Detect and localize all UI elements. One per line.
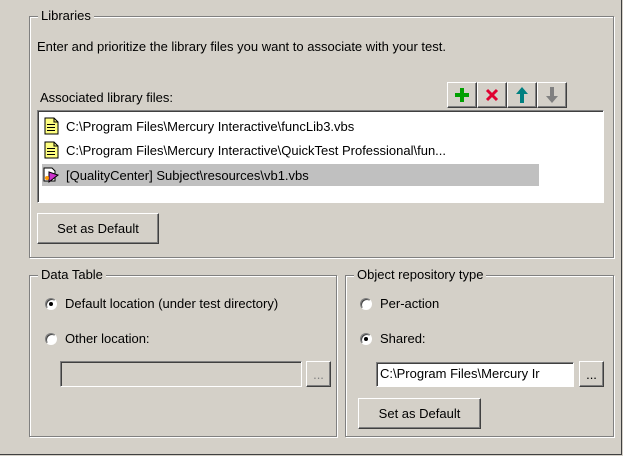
add-library-button[interactable]: [447, 82, 477, 108]
red-x-icon: [485, 88, 499, 102]
library-path: C:\Program Files\Mercury Interactive\fun…: [66, 118, 355, 134]
green-plus-icon: [455, 88, 469, 102]
quality-center-icon: [43, 167, 60, 184]
other-location-label: Other location:: [65, 331, 150, 346]
libraries-set-as-default-button[interactable]: Set as Default: [37, 213, 159, 244]
radio-indicator: [45, 332, 57, 345]
radio-indicator: [360, 332, 372, 345]
data-table-group-label: Data Table: [38, 267, 106, 283]
other-location-radio[interactable]: Other location:: [45, 331, 150, 346]
radio-indicator: [45, 297, 57, 310]
object-repository-set-as-default-button[interactable]: Set as Default: [358, 398, 481, 429]
arrow-up-icon: [516, 87, 528, 103]
default-location-label: Default location (under test directory): [65, 296, 279, 311]
move-up-button[interactable]: [507, 82, 537, 108]
per-action-radio[interactable]: Per-action: [360, 296, 439, 311]
list-item[interactable]: C:\Program Files\Mercury Interactive\Qui…: [42, 139, 446, 161]
library-path: [QualityCenter] Subject\resources\vb1.vb…: [66, 167, 309, 183]
shared-label: Shared:: [380, 331, 426, 346]
library-path: C:\Program Files\Mercury Interactive\Qui…: [66, 142, 447, 158]
associated-files-label: Associated library files:: [40, 90, 173, 105]
libraries-group-label: Libraries: [38, 8, 94, 24]
list-item[interactable]: C:\Program Files\Mercury Interactive\fun…: [42, 115, 354, 137]
other-location-browse-button[interactable]: ...: [306, 361, 331, 387]
default-location-radio[interactable]: Default location (under test directory): [45, 296, 278, 311]
shared-radio[interactable]: Shared:: [360, 331, 426, 346]
remove-library-button[interactable]: [477, 82, 507, 108]
move-down-button[interactable]: [537, 82, 567, 108]
radio-indicator: [360, 297, 372, 310]
document-icon: [44, 141, 59, 159]
document-icon: [44, 117, 59, 135]
per-action-label: Per-action: [380, 296, 440, 311]
libraries-description: Enter and prioritize the library files y…: [37, 39, 446, 54]
arrow-down-icon: [546, 87, 558, 103]
library-files-list[interactable]: C:\Program Files\Mercury Interactive\fun…: [37, 110, 604, 203]
other-location-path-field[interactable]: [60, 361, 302, 387]
list-item-selected[interactable]: [QualityCenter] Subject\resources\vb1.vb…: [42, 164, 539, 186]
shared-repository-browse-button[interactable]: ...: [579, 361, 604, 387]
shared-repository-path-text: C:\Program Files\Mercury Ir: [380, 366, 540, 381]
shared-repository-path-field[interactable]: C:\Program Files\Mercury Ir: [376, 362, 574, 387]
object-repository-group-label: Object repository type: [354, 267, 487, 283]
